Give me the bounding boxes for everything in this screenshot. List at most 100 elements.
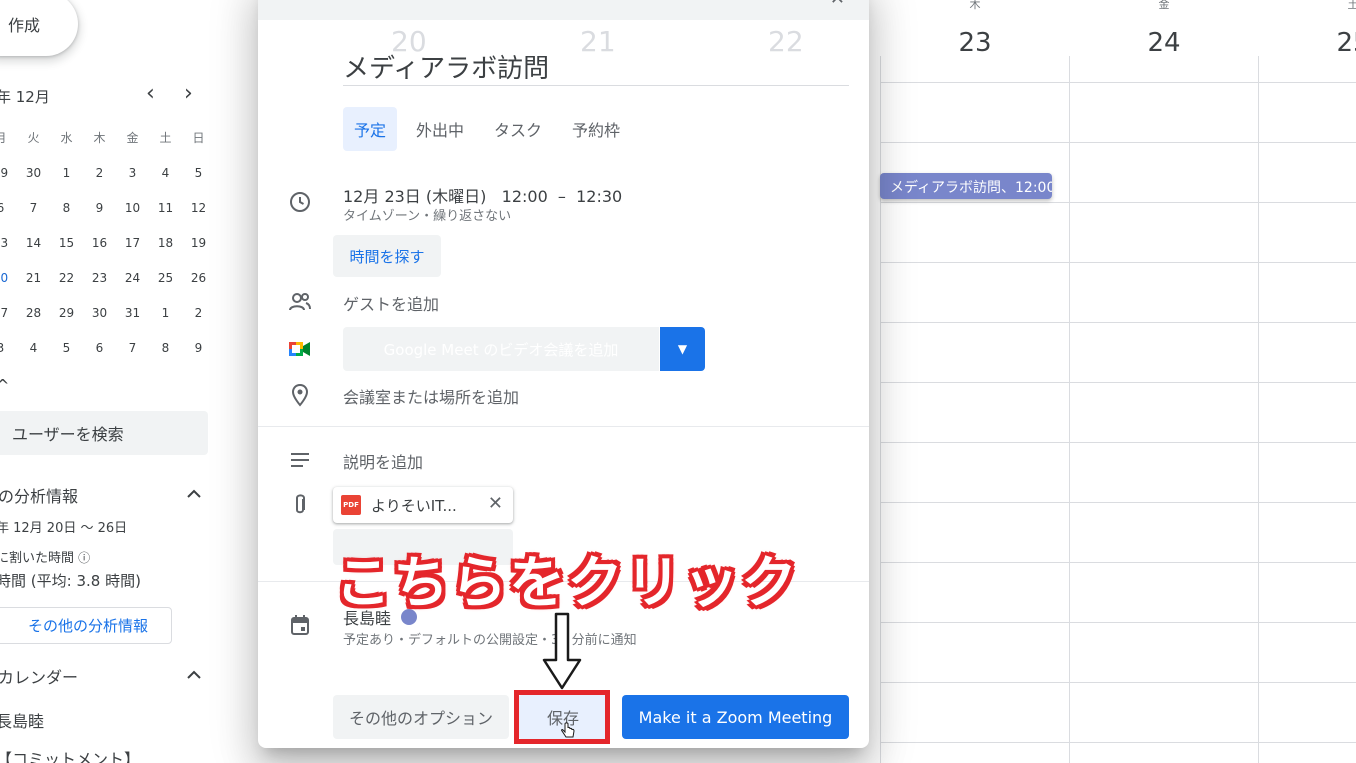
mini-calendar-day[interactable]: 19 [182, 236, 215, 250]
tab-out-of-office[interactable]: 外出中 [405, 107, 475, 151]
grid-hour-line [880, 442, 1356, 443]
help-icon[interactable]: ⓘ [78, 551, 90, 565]
tab-event[interactable]: 予定 [343, 107, 398, 151]
event-type-tabs: 予定 外出中 タスク 予約枠 [343, 107, 639, 151]
sidebar: 作成 年 12月 ‹ › 月火水木金土日29301234567891011121… [0, 0, 230, 763]
owner-settings[interactable]: 予定あり・デフォルトの公開設定・30 分前に通知 [343, 629, 637, 648]
event-datetime[interactable]: 12月 23日 (木曜日) 12:00 – 12:30 [343, 183, 622, 207]
dialog-drag-handle[interactable] [258, 0, 869, 20]
mini-calendar-day[interactable]: 20 [0, 261, 17, 290]
calendar-icon [288, 613, 312, 637]
mini-calendar-day[interactable]: 3 [0, 341, 17, 355]
pdf-icon: PDF [341, 495, 361, 515]
calendar-item[interactable]: 【コミットメント】 [0, 746, 140, 763]
find-time-button[interactable]: 時間を探す [333, 235, 441, 277]
mini-calendar-day[interactable]: 6 [0, 201, 17, 215]
mini-calendar-day[interactable]: 4 [17, 341, 50, 355]
close-icon[interactable]: ✕ [830, 0, 845, 9]
down-arrow-icon [542, 612, 582, 690]
analytics-range: 年 12月 20日 〜 26日 [0, 521, 128, 536]
mini-calendar-row: 3456789 [0, 330, 215, 365]
meet-dropdown-button[interactable]: ▼ [660, 327, 705, 371]
event-title-input[interactable]: メディアラボ訪問 [343, 48, 849, 86]
more-analytics-button[interactable]: その他の分析情報 [0, 607, 172, 644]
mini-calendar-month: 年 12月 [0, 88, 50, 106]
create-button[interactable]: 作成 [0, 0, 78, 56]
search-users-input[interactable]: ユーザーを検索 [0, 411, 208, 455]
remove-attachment-icon[interactable]: ✕ [488, 493, 503, 514]
mini-calendar-row: 13141516171819 [0, 225, 215, 260]
mini-calendar-day[interactable]: 25 [149, 271, 182, 285]
mini-calendar-day[interactable]: 2 [83, 166, 116, 180]
mini-calendar-row: 293012345 [0, 155, 215, 190]
analytics-hours: 時間 (平均: 3.8 時間) [0, 572, 141, 590]
mini-calendar-day[interactable]: 14 [17, 236, 50, 250]
chevron-left-icon[interactable]: ‹ [146, 83, 155, 105]
mini-calendar-day[interactable]: 30 [17, 166, 50, 180]
mini-calendar-day[interactable]: 1 [149, 306, 182, 320]
mini-calendar-day[interactable]: 6 [83, 341, 116, 355]
mini-calendar-day[interactable]: 5 [50, 341, 83, 355]
day-number: 24 [1147, 28, 1181, 58]
mini-calendar-day[interactable]: 9 [182, 341, 215, 355]
mini-calendar-day[interactable]: 7 [116, 341, 149, 355]
mini-calendar-day[interactable]: 5 [182, 166, 215, 180]
annotation-text: こちらをクリック [335, 551, 799, 616]
grid-hour-line [880, 142, 1356, 143]
grid-hour-line [880, 502, 1356, 503]
mini-calendar-day[interactable]: 17 [116, 236, 149, 250]
people-icon [288, 290, 312, 314]
add-guests-input[interactable]: ゲストを追加 [343, 291, 439, 315]
mini-calendar-day[interactable]: 7 [17, 201, 50, 215]
mini-calendar-row: 20212223242526 [0, 260, 215, 295]
mini-calendar-day[interactable]: 22 [50, 271, 83, 285]
mini-calendar-day[interactable]: 8 [149, 341, 182, 355]
mini-calendar-day[interactable]: 18 [149, 236, 182, 250]
mini-calendar-day[interactable]: 30 [83, 306, 116, 320]
mini-calendar-day[interactable]: 3 [116, 166, 149, 180]
more-options-button[interactable]: その他のオプション [333, 695, 509, 739]
tab-task[interactable]: タスク [483, 107, 553, 151]
mini-calendar-day[interactable]: 2 [182, 306, 215, 320]
mini-calendar-day[interactable]: 9 [83, 201, 116, 215]
section-divider [258, 426, 869, 427]
mini-calendar-day[interactable]: 13 [0, 236, 17, 250]
location-pin-icon [288, 383, 312, 407]
mini-calendar-day[interactable]: 23 [83, 271, 116, 285]
grid-hour-line [880, 382, 1356, 383]
mini-calendar-day[interactable]: 24 [116, 271, 149, 285]
mini-calendar-day[interactable]: 10 [116, 201, 149, 215]
mini-calendar-day[interactable]: 26 [182, 271, 215, 285]
day-of-week: 木 [969, 0, 981, 11]
event-chip[interactable]: メディアラボ訪問、12:00 [880, 173, 1052, 199]
mini-calendar-day[interactable]: 4 [149, 166, 182, 180]
mini-calendar-day[interactable]: 29 [50, 306, 83, 320]
google-meet-icon [288, 337, 312, 361]
grid-hour-line [880, 322, 1356, 323]
mini-calendar-day[interactable]: 31 [116, 306, 149, 320]
mini-calendar-row: 6 7 8 9 10 11 12 [0, 190, 215, 225]
mini-calendar-day[interactable]: 1 [50, 166, 83, 180]
zoom-meeting-button[interactable]: Make it a Zoom Meeting [622, 695, 849, 739]
calendar-item[interactable]: 長島睦 [0, 708, 44, 732]
mini-calendar-day[interactable]: 11 [149, 201, 182, 215]
mini-calendar-day[interactable]: 27 [0, 306, 17, 320]
mini-calendar-day[interactable]: 16 [83, 236, 116, 250]
chevron-up-icon[interactable] [186, 668, 202, 680]
chevron-up-icon[interactable] [186, 487, 202, 499]
add-location-input[interactable]: 会議室または場所を追加 [343, 384, 519, 408]
tab-appointment-slots[interactable]: 予約枠 [561, 107, 631, 151]
mini-calendar-day[interactable]: 21 [17, 271, 50, 285]
mini-calendar-dow: 土 [159, 131, 172, 145]
mini-calendar-day[interactable]: 29 [0, 166, 17, 180]
mini-calendar-day[interactable]: 28 [17, 306, 50, 320]
mini-calendar-day[interactable]: 12 [182, 201, 215, 215]
timezone-recurrence[interactable]: タイムゾーン・繰り返さない [343, 205, 511, 224]
add-description-input[interactable]: 説明を追加 [343, 449, 423, 473]
attachment-chip[interactable]: PDF よりそいIT... ✕ [333, 487, 513, 523]
mini-calendar-day[interactable]: 8 [50, 201, 83, 215]
grid-divider [1258, 56, 1259, 763]
mini-calendar-day[interactable]: 15 [50, 236, 83, 250]
add-google-meet-button[interactable]: Google Meet のビデオ会議を追加 [343, 327, 659, 371]
chevron-right-icon[interactable]: › [184, 83, 193, 105]
